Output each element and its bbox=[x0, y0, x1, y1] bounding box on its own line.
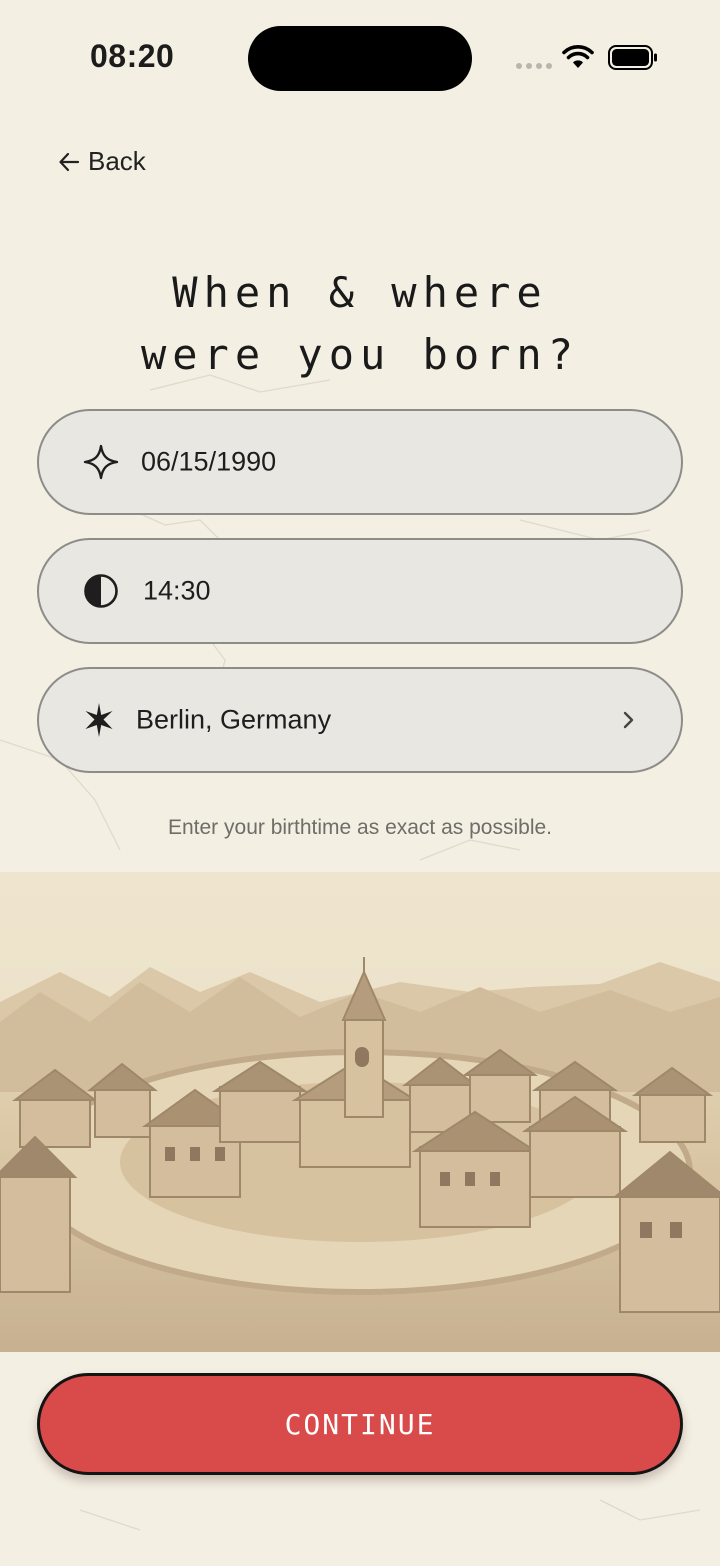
cellular-signal-icon bbox=[516, 63, 552, 69]
birth-date-value: 06/15/1990 bbox=[141, 446, 277, 477]
clay-village-illustration bbox=[0, 872, 720, 1352]
half-moon-icon bbox=[84, 574, 118, 608]
arrow-left-icon bbox=[59, 152, 80, 171]
battery-icon bbox=[608, 45, 657, 70]
back-button[interactable]: Back bbox=[58, 146, 146, 177]
birth-date-field[interactable]: 06/15/1990 bbox=[37, 409, 683, 515]
birth-time-field[interactable]: 14:30 bbox=[37, 538, 683, 644]
status-time: 08:20 bbox=[90, 38, 175, 74]
six-point-star-icon bbox=[85, 703, 113, 737]
status-bar: 08:20 bbox=[0, 0, 720, 110]
birth-time-value: 14:30 bbox=[143, 575, 211, 606]
sparkle-star-icon bbox=[83, 444, 119, 480]
continue-button[interactable]: CONTINUE bbox=[37, 1373, 683, 1475]
continue-label: CONTINUE bbox=[284, 1407, 436, 1441]
wifi-icon bbox=[562, 45, 594, 68]
birth-place-value: Berlin, Germany bbox=[136, 704, 332, 735]
dynamic-island bbox=[248, 26, 472, 91]
page-title: When & where were you born? bbox=[140, 268, 579, 379]
back-label: Back bbox=[88, 146, 146, 176]
chevron-right-icon bbox=[623, 711, 634, 729]
birth-place-field[interactable]: Berlin, Germany bbox=[37, 667, 683, 773]
helper-text: Enter your birthtime as exact as possibl… bbox=[167, 816, 552, 839]
